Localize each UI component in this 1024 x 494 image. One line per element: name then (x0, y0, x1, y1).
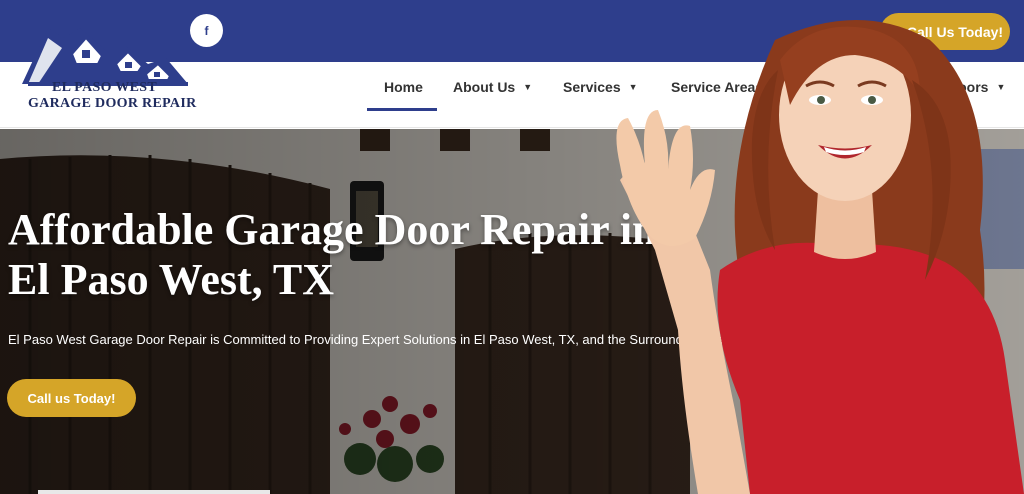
waving-woman-image (616, 20, 1024, 494)
logo-line2: GARAGE DOOR REPAIR (28, 96, 197, 111)
nav-home-label: Home (384, 79, 423, 95)
logo-line1: EL PASO WEST (52, 80, 158, 95)
hero-call-button[interactable]: Call us Today! (7, 379, 136, 417)
chevron-down-icon: ▼ (523, 82, 533, 92)
nav-home[interactable]: Home (384, 79, 423, 95)
nav-active-indicator (367, 108, 437, 111)
slider-progress (38, 490, 270, 494)
house-logo-icon (22, 28, 188, 86)
nav-about-us-label: About Us (453, 79, 516, 95)
nav-about-us[interactable]: About Us ▼ (453, 79, 532, 95)
site-logo[interactable]: EL PASO WEST GARAGE DOOR REPAIR (18, 24, 198, 116)
